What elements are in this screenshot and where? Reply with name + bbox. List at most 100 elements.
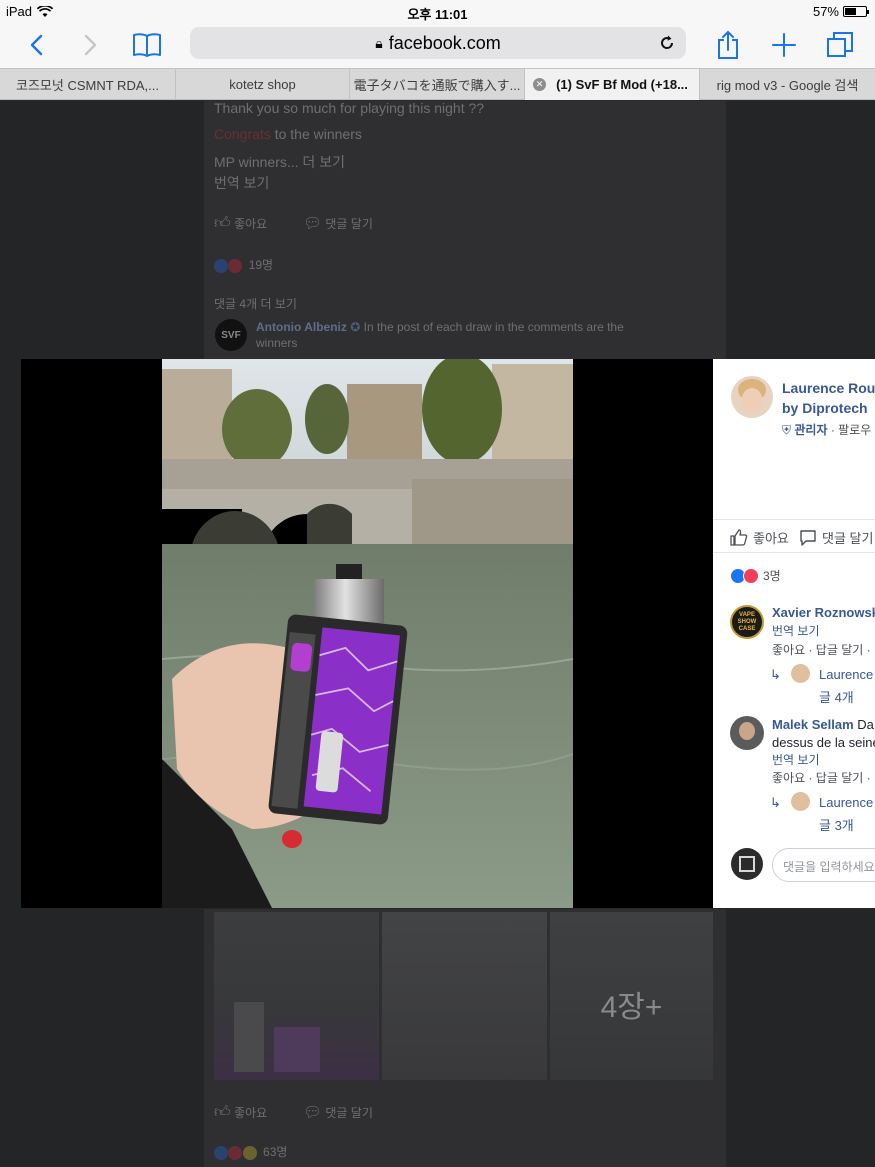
- tab-csmnt[interactable]: 코즈모넛 CSMNT RDA,...: [0, 69, 176, 100]
- gallery-photo[interactable]: [382, 912, 547, 1080]
- commenter-avatar[interactable]: VAPE SHOW CASE: [730, 605, 764, 639]
- wow-reaction-icon: [242, 1145, 257, 1160]
- commenter-name[interactable]: Xavier Roznowsk: [772, 605, 875, 620]
- tabs-icon: [827, 32, 853, 57]
- thumbs-up-icon: [730, 529, 748, 546]
- photo-image: [162, 359, 573, 908]
- like-button[interactable]: 👍︎ 좋아요: [214, 1103, 267, 1122]
- avatar[interactable]: SVF: [215, 319, 247, 351]
- mod-silhouette: [274, 1027, 320, 1072]
- tab-ecig-shop[interactable]: 電子タバコを通販で購入す...: [350, 69, 525, 100]
- reply-count[interactable]: 글 4개: [819, 687, 854, 706]
- post-text: Thank you so much for playing this night…: [214, 100, 485, 116]
- translate-link[interactable]: 번역 보기: [772, 622, 820, 639]
- commenter-avatar[interactable]: [730, 716, 764, 750]
- gallery-photo[interactable]: [214, 912, 379, 1080]
- close-icon[interactable]: ✕: [533, 78, 546, 91]
- avatar-face: [739, 722, 755, 740]
- share-icon: [718, 30, 738, 59]
- comment-actions[interactable]: 좋아요 · 답글 달기 ·: [772, 641, 871, 658]
- post-more[interactable]: MP winners... 더 보기: [214, 152, 345, 172]
- author-meta: ⛨ 관리자 · 팔로우: [782, 423, 872, 437]
- current-user-avatar: [731, 848, 763, 880]
- comment-button[interactable]: 댓글 달기: [799, 528, 873, 547]
- reply-avatar[interactable]: [791, 792, 810, 811]
- reload-icon[interactable]: [658, 34, 676, 52]
- comment-text: Malek Sellam Da: [772, 717, 874, 732]
- reply-avatar[interactable]: [791, 664, 810, 683]
- reply-author[interactable]: Laurence: [819, 795, 873, 810]
- reaction-summary[interactable]: 19명: [214, 256, 273, 273]
- comment-icon: 💬︎: [303, 215, 323, 232]
- love-reaction-icon: [228, 1145, 243, 1160]
- follow-link[interactable]: 팔로우: [838, 423, 871, 437]
- translate-link[interactable]: 번역 보기: [214, 173, 269, 193]
- reaction-count: 3명: [763, 569, 781, 583]
- reaction-summary[interactable]: 3명: [730, 567, 781, 584]
- back-button[interactable]: [19, 28, 53, 62]
- thumbs-up-icon: 👍︎: [214, 1104, 231, 1121]
- url-text: facebook.com: [388, 32, 501, 53]
- like-button[interactable]: 좋아요: [730, 528, 789, 547]
- commenter-name[interactable]: Antonio Albeniz: [256, 320, 347, 334]
- mod-silhouette: [234, 1002, 264, 1072]
- comment-button[interactable]: 💬︎ 댓글 달기: [303, 1103, 373, 1121]
- comment-label: 댓글 달기: [325, 217, 373, 231]
- reaction-summary[interactable]: 63명: [214, 1143, 287, 1160]
- author-name-line-2: by Diprotech: [782, 400, 868, 416]
- tab-label: kotetz shop: [229, 77, 296, 92]
- address-bar[interactable]: 🔒︎ facebook.com: [190, 27, 686, 59]
- avatar-face: [742, 388, 762, 410]
- post-photo[interactable]: [162, 359, 573, 908]
- tab-label: 코즈모넛 CSMNT RDA,...: [16, 78, 159, 93]
- status-bar: iPad 오후 11:01 57%: [0, 0, 875, 22]
- congrats-link[interactable]: Congrats: [214, 126, 271, 142]
- photo-viewer: [21, 359, 713, 908]
- post-text: Congrats to the winners: [214, 126, 362, 142]
- reply-count[interactable]: 글 3개: [819, 815, 854, 834]
- like-reaction-icon: [214, 1145, 228, 1160]
- book-icon: [133, 33, 161, 57]
- love-reaction-icon: [228, 258, 243, 273]
- more-photos-label: 4장+: [600, 991, 663, 1024]
- tab-rig-mod-search[interactable]: rig mod v3 - Google 검색: [700, 69, 875, 100]
- battery-percent: 57%: [812, 4, 839, 19]
- admin-badge: 관리자: [794, 423, 828, 437]
- verified-icon: ✪: [350, 320, 361, 334]
- reply-author[interactable]: Laurence: [819, 667, 873, 682]
- battery-icon: [843, 6, 869, 17]
- lock-icon: 🔒︎: [375, 34, 383, 51]
- battery-fill: [845, 8, 857, 15]
- like-reaction-icon: [214, 258, 228, 273]
- like-label: 좋아요: [234, 217, 268, 231]
- tab-label: 電子タバコを通販で購入す...: [353, 78, 521, 93]
- gallery-photo-more[interactable]: 4장+: [550, 912, 713, 1080]
- translate-link[interactable]: 번역 보기: [772, 751, 820, 768]
- post-actions: 좋아요 댓글 달기: [713, 519, 875, 553]
- comment-button[interactable]: 💬︎ 댓글 달기: [303, 214, 373, 232]
- like-label: 좋아요: [753, 531, 789, 546]
- tabs-overview-button[interactable]: [823, 28, 857, 62]
- comment-label: 댓글 달기: [822, 531, 874, 546]
- like-label: 좋아요: [234, 1106, 268, 1120]
- comment-body: Da: [857, 717, 874, 732]
- comment-actions[interactable]: 좋아요 · 답글 달기 ·: [772, 769, 871, 786]
- new-tab-button[interactable]: [767, 28, 801, 62]
- bookmarks-button[interactable]: [130, 28, 164, 62]
- comment-input[interactable]: 댓글을 입력하세요...: [772, 848, 875, 882]
- browser-toolbar: 🔒︎ facebook.com: [0, 22, 875, 68]
- tab-svf-bf-mod[interactable]: ✕ (1) SvF Bf Mod (+18...: [525, 69, 700, 100]
- chevron-left-icon: [30, 34, 43, 56]
- like-button[interactable]: 👍︎ 좋아요: [214, 214, 267, 233]
- author-avatar[interactable]: [731, 376, 773, 418]
- commenter-name[interactable]: Malek Sellam: [772, 717, 854, 732]
- reaction-count: 19명: [248, 258, 274, 272]
- view-more-comments[interactable]: 댓글 4개 더 보기: [214, 295, 297, 312]
- post-author[interactable]: Laurence Rou by Diprotech: [782, 378, 875, 418]
- tab-kotetz[interactable]: kotetz shop: [176, 69, 350, 100]
- share-button[interactable]: [711, 28, 745, 62]
- reply-arrow-icon: ↳: [770, 667, 781, 682]
- forward-button[interactable]: [74, 28, 108, 62]
- reaction-count: 63명: [263, 1145, 288, 1159]
- clock: 오후 11:01: [407, 7, 468, 22]
